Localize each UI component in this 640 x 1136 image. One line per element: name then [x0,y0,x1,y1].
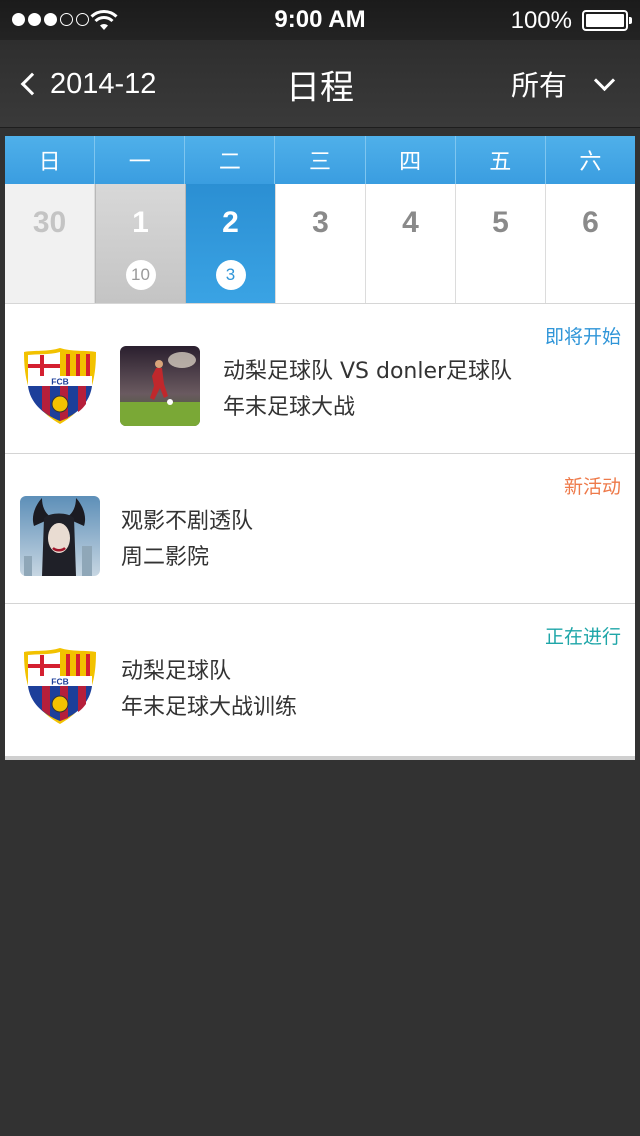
status-bar: 9:00 AM 100% [0,0,640,40]
calendar-day[interactable]: 5 [456,184,546,303]
chevron-left-icon [20,72,44,96]
filter-label: 所有 [510,69,567,102]
event-subtitle: 年末足球大战训练 [121,695,298,720]
weekday-label: 一 [95,136,186,184]
event-status: 即将开始 [544,326,621,348]
svg-text:FCB: FCB [51,677,68,687]
event-title: 动梨足球队 [121,659,232,684]
back-button[interactable]: 2014-12 [18,62,156,106]
calendar-day[interactable]: 1 10 [95,184,186,303]
chevron-down-icon [593,69,616,91]
day-number: 3 [312,206,329,239]
schedule-screen: 9:00 AM 100% 2014-12 日程 所有 日 一 二 三 四 五 六… [0,0,640,1136]
day-number: 6 [582,206,599,239]
team-crest-icon: FCB [20,646,100,726]
calendar-day[interactable]: 6 [546,184,635,303]
weekday-label: 四 [366,136,456,184]
soccer-player-image [120,346,200,426]
calendar-day[interactable]: 3 [276,184,366,303]
schedule-card: 日 一 二 三 四 五 六 30 1 10 2 3 3 4 5 6 即将开始 F… [5,136,635,760]
day-number: 30 [32,206,67,239]
day-number: 2 [222,206,239,239]
event-subtitle: 年末足球大战 [223,395,356,420]
event-item[interactable]: 即将开始 FCB 动梨足球队 VS donler足球队 年末足球大战 [5,304,635,454]
event-count-badge: 10 [125,260,156,290]
nav-bar: 2014-12 日程 所有 [0,40,640,128]
event-count-badge: 3 [215,260,246,290]
calendar-day[interactable]: 4 [366,184,456,303]
svg-text:FCB: FCB [51,377,68,387]
weekday-header: 日 一 二 三 四 五 六 [5,136,635,184]
event-status: 正在进行 [544,626,621,648]
day-number: 1 [132,206,149,239]
event-title: 动梨足球队 VS donler足球队 [223,359,513,384]
event-item[interactable]: 正在进行 FCB 动梨足球队 年末足球大战训练 [5,604,635,756]
weekday-label: 日 [5,136,96,184]
filter-dropdown[interactable]: 所有 [511,62,618,106]
day-number: 4 [402,206,419,239]
event-title: 观影不剧透队 [121,509,254,534]
weekday-label: 六 [579,150,602,175]
movie-poster-image [20,496,100,576]
weekday-label: 三 [275,136,366,184]
event-subtitle: 周二影院 [121,545,210,570]
battery-percentage: 100% [510,7,572,34]
calendar-day[interactable]: 30 [5,184,95,303]
day-number: 5 [492,206,509,239]
week-days-row: 30 1 10 2 3 3 4 5 6 [5,184,635,304]
battery-icon [582,10,632,31]
event-status: 新活动 [563,476,621,498]
weekday-label: 五 [456,136,546,184]
month-label: 2014-12 [50,67,157,100]
weekday-label: 二 [185,136,276,184]
event-item[interactable]: 新活动 观影不剧透队 周二影院 [5,454,635,604]
team-crest-icon: FCB [20,346,100,426]
calendar-day-selected[interactable]: 2 3 [186,184,276,303]
